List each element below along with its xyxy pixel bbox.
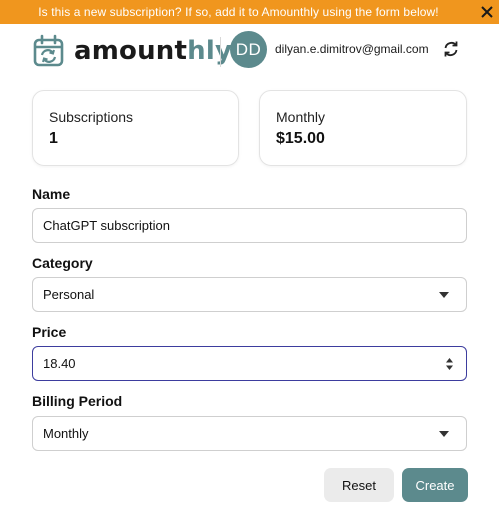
logo-text-part2: hly bbox=[187, 36, 233, 66]
name-value: ChatGPT subscription bbox=[43, 218, 170, 233]
billing-period-label: Billing Period bbox=[32, 393, 123, 409]
billing-period-select[interactable]: Monthly bbox=[32, 416, 467, 451]
create-button[interactable]: Create bbox=[402, 468, 468, 502]
number-stepper-icon[interactable] bbox=[445, 357, 454, 371]
close-icon[interactable] bbox=[479, 4, 495, 20]
price-value: 18.40 bbox=[43, 356, 76, 371]
category-label: Category bbox=[32, 255, 93, 271]
subscriptions-count: 1 bbox=[49, 130, 58, 147]
price-input[interactable]: 18.40 bbox=[32, 346, 467, 381]
chevron-down-icon bbox=[439, 292, 449, 298]
refresh-icon[interactable] bbox=[442, 40, 460, 58]
header-divider bbox=[220, 37, 221, 67]
notification-banner: Is this a new subscription? If so, add i… bbox=[0, 0, 499, 24]
banner-message: Is this a new subscription? If so, add i… bbox=[38, 5, 439, 19]
logo-text-part1: amount bbox=[74, 36, 188, 66]
monthly-card: Monthly $15.00 bbox=[259, 90, 467, 166]
app-logo[interactable]: amounthly bbox=[74, 36, 232, 66]
name-label: Name bbox=[32, 186, 71, 202]
billing-period-value: Monthly bbox=[43, 426, 89, 441]
chevron-down-icon bbox=[439, 431, 449, 437]
user-email: dilyan.e.dimitrov@gmail.com bbox=[275, 42, 429, 56]
avatar[interactable]: DD bbox=[230, 31, 267, 68]
reset-button[interactable]: Reset bbox=[324, 468, 394, 502]
subscriptions-label: Subscriptions bbox=[49, 109, 134, 125]
name-input[interactable]: ChatGPT subscription bbox=[32, 208, 467, 243]
monthly-total: $15.00 bbox=[276, 130, 325, 147]
category-select[interactable]: Personal bbox=[32, 277, 467, 312]
app-header: amounthly DD dilyan.e.dimitrov@gmail.com bbox=[32, 30, 468, 74]
subscriptions-card: Subscriptions 1 bbox=[32, 90, 239, 166]
calendar-logo-icon bbox=[33, 34, 64, 67]
price-label: Price bbox=[32, 324, 67, 340]
monthly-label: Monthly bbox=[276, 109, 326, 125]
category-value: Personal bbox=[43, 287, 95, 302]
